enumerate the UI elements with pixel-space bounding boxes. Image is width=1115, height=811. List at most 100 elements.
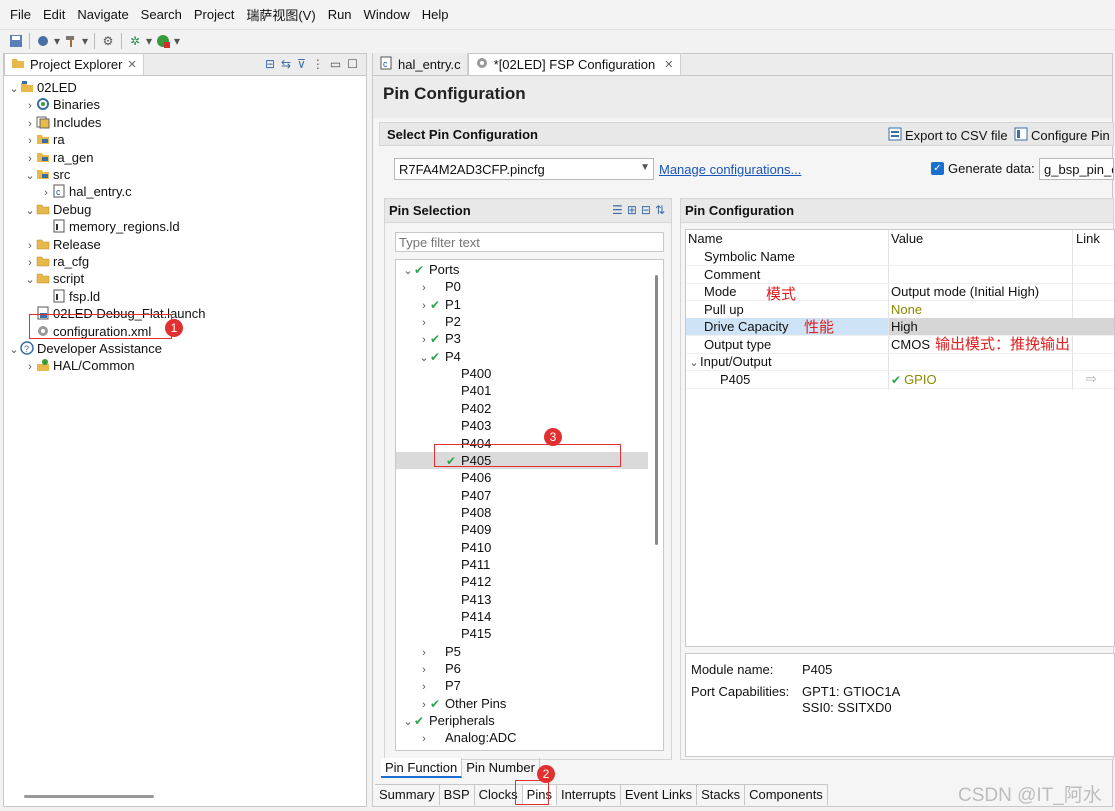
tab-pin-function[interactable]: Pin Function — [381, 758, 463, 778]
tree-item[interactable]: ⌄? Developer Assistance — [8, 340, 162, 357]
chevron-down-icon[interactable]: ⌄ — [24, 168, 36, 185]
pin-tree-item[interactable]: ›✔Analog:ADC — [418, 729, 516, 746]
tree-item[interactable]: › c hal_entry.c — [40, 183, 131, 200]
vertical-scrollbar[interactable] — [655, 275, 658, 545]
collapse-all-icon[interactable]: ⊟ — [641, 203, 651, 217]
export-csv-button[interactable]: Export to CSV file — [888, 127, 1008, 144]
pin-filter-input[interactable] — [395, 232, 664, 252]
pin-tree-item[interactable]: ⌄✔ P4 — [418, 348, 461, 365]
property-name[interactable]: Symbolic Name — [704, 248, 795, 265]
save-icon[interactable] — [8, 33, 24, 49]
pincfg-select[interactable]: R7FA4M2AD3CFP.pincfg ▼ — [394, 158, 654, 180]
pin-tree-item[interactable]: ›✔P2 — [418, 313, 461, 330]
property-value[interactable]: ✔ GPIO — [891, 371, 937, 388]
menu-item[interactable]: Edit — [37, 7, 71, 22]
pin-tree-item[interactable]: ✔P413 — [434, 591, 491, 608]
tab-bsp[interactable]: BSP — [440, 785, 475, 805]
tree-item[interactable]: › Release — [24, 236, 101, 253]
list-view-icon[interactable]: ☰ — [612, 203, 623, 217]
filter-icon[interactable]: ⊽ — [297, 57, 306, 71]
property-value[interactable]: CMOS — [891, 336, 930, 353]
property-name[interactable]: ⌄Input/Output — [688, 353, 771, 370]
pin-tree-item[interactable]: › ✔ P1 — [418, 296, 461, 313]
pin-tree-item[interactable]: › ✔ Other Pins — [418, 695, 506, 712]
chevron-down-icon[interactable]: ⌄ — [402, 263, 414, 280]
maximize-icon[interactable]: ☐ — [347, 57, 358, 71]
pin-tree-item[interactable]: ✔P410 — [434, 539, 491, 556]
tab-project-explorer[interactable]: Project Explorer ✕ — [4, 53, 144, 75]
tree-item[interactable]: › ra_cfg — [24, 253, 89, 270]
pin-tree-item[interactable]: ✔P403 — [434, 417, 491, 434]
expand-all-icon[interactable]: ⊞ — [627, 203, 637, 217]
settings-icon[interactable]: ⚙ — [100, 33, 116, 49]
tree-item[interactable]: › HAL/Common — [24, 357, 134, 374]
tree-item[interactable]: memory_regions.ld — [40, 218, 180, 235]
property-name[interactable]: Mode — [704, 283, 737, 300]
tree-item[interactable]: ⌄ script — [24, 270, 84, 287]
pin-tree-item[interactable]: ✔P411 — [434, 556, 490, 573]
pin-tree-item[interactable]: ✔P415 — [434, 625, 491, 642]
generate-data-input[interactable]: g_bsp_pin_c — [1039, 158, 1114, 180]
chevron-down-icon[interactable]: ⌄ — [8, 342, 20, 359]
pin-tree-item[interactable]: ✔P406 — [434, 469, 491, 486]
run-icon[interactable] — [155, 33, 171, 49]
pin-tree-item[interactable]: ›✔P7 — [418, 677, 461, 694]
chevron-down-icon[interactable]: ⌄ — [24, 203, 36, 220]
pin-tree-item[interactable]: ✔P401 — [434, 382, 491, 399]
menu-item[interactable]: Navigate — [71, 7, 134, 22]
tab-interrupts[interactable]: Interrupts — [557, 785, 621, 805]
tab-summary[interactable]: Summary — [375, 785, 440, 805]
pin-tree-item[interactable]: ›✔Analog:ANALOG — [418, 747, 543, 750]
pin-tree-item[interactable]: › ✔ P3 — [418, 330, 461, 347]
tree-item[interactable]: › Binaries — [24, 96, 100, 113]
tab-stacks[interactable]: Stacks — [697, 785, 746, 805]
property-name[interactable]: Output type — [704, 336, 771, 353]
pin-tree-item[interactable]: ✔P408 — [434, 504, 491, 521]
chevron-down-icon[interactable]: ⌄ — [24, 272, 36, 289]
tree-item[interactable]: ⌄ src — [24, 166, 70, 183]
generate-data-checkbox[interactable]: ✓ — [931, 162, 944, 175]
pin-tree-item[interactable]: ✔P400 — [434, 365, 491, 382]
pin-tree-item[interactable]: ⌄✔ Ports — [402, 261, 459, 278]
pin-tree-item[interactable]: ›✔P5 — [418, 643, 461, 660]
chevron-down-icon[interactable]: ▼ — [640, 162, 650, 173]
menu-item[interactable]: Help — [416, 7, 455, 22]
menu-item[interactable]: Search — [135, 7, 188, 22]
tree-item[interactable]: › ra — [24, 131, 64, 148]
chevron-down-icon[interactable]: ⌄ — [402, 714, 414, 731]
tab-pin-number[interactable]: Pin Number — [462, 758, 540, 778]
property-name[interactable]: Comment — [704, 266, 760, 283]
pin-tree-item[interactable]: ✔P414 — [434, 608, 491, 625]
chevron-down-icon[interactable]: ⌄ — [8, 81, 20, 98]
menu-item[interactable]: File — [4, 7, 37, 22]
navigate-arrow-icon[interactable]: ⇨ — [1086, 371, 1097, 387]
manage-configurations-link[interactable]: Manage configurations... — [659, 162, 801, 177]
sort-icon[interactable]: ⇅ — [655, 203, 665, 217]
dropdown-arrow-icon[interactable]: ▾ — [53, 33, 61, 49]
collapse-all-icon[interactable]: ⊟ — [265, 57, 275, 71]
pin-tree-item[interactable]: ✔P412 — [434, 573, 491, 590]
link-editor-icon[interactable]: ⇆ — [281, 57, 291, 71]
dropdown-arrow-icon[interactable]: ▾ — [173, 33, 181, 49]
tab-components[interactable]: Components — [745, 785, 828, 805]
tab-hal-entry[interactable]: c hal_entry.c — [373, 53, 468, 75]
hammer-icon[interactable] — [63, 33, 79, 49]
tab-event-links[interactable]: Event Links — [621, 785, 698, 805]
close-icon[interactable]: ✕ — [664, 58, 673, 71]
property-value[interactable]: High — [891, 318, 918, 335]
minimize-icon[interactable]: ▭ — [330, 57, 341, 71]
menu-item[interactable]: Run — [322, 7, 358, 22]
view-menu-icon[interactable]: ⋮ — [312, 57, 324, 71]
pin-tree-item[interactable]: ›✔P0 — [418, 278, 461, 295]
tree-item[interactable]: › ra_gen — [24, 149, 93, 166]
chevron-right-icon[interactable]: › — [418, 749, 430, 750]
tree-item[interactable]: ⌄ Debug — [24, 201, 91, 218]
property-name[interactable]: P405 — [720, 371, 750, 388]
pin-tree-item[interactable]: ✔P409 — [434, 521, 491, 538]
dropdown-arrow-icon[interactable]: ▾ — [81, 33, 89, 49]
pin-tree-item[interactable]: ›✔P6 — [418, 660, 461, 677]
property-name[interactable]: Pull up — [704, 301, 744, 318]
property-value[interactable]: None — [891, 301, 922, 318]
menu-item[interactable]: Project — [188, 7, 240, 22]
menu-item[interactable]: Window — [358, 7, 416, 22]
